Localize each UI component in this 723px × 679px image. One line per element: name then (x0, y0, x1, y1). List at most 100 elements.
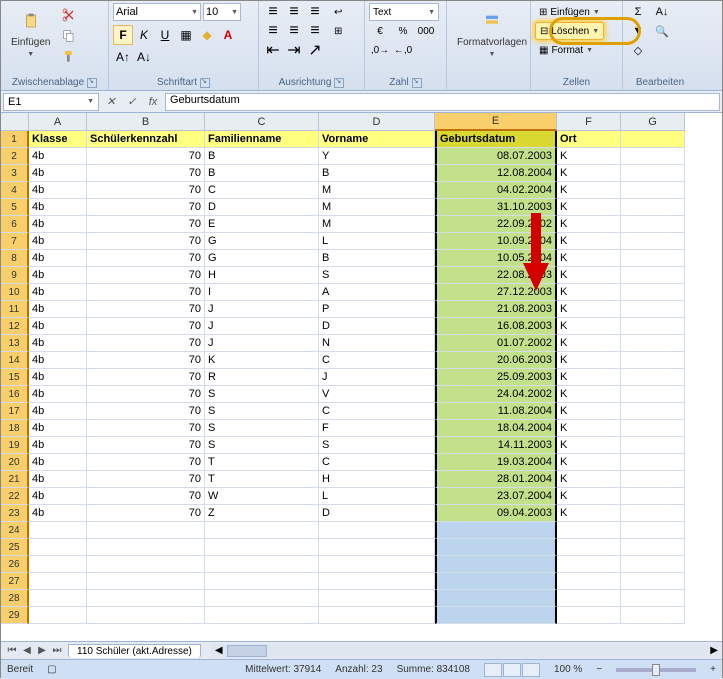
cell[interactable] (621, 539, 685, 556)
cell[interactable]: L (319, 233, 435, 250)
cell[interactable]: Vorname (319, 131, 435, 148)
cell[interactable]: 70 (87, 454, 205, 471)
cell[interactable]: 22.09.2002 (435, 216, 557, 233)
cell[interactable]: K (557, 488, 621, 505)
cell[interactable]: 4b (29, 386, 87, 403)
cell[interactable]: K (557, 471, 621, 488)
cell[interactable]: 70 (87, 250, 205, 267)
comma-button[interactable]: 000 (415, 22, 437, 40)
row-header[interactable]: 28 (1, 590, 29, 607)
cell[interactable] (435, 522, 557, 539)
row-header[interactable]: 10 (1, 284, 29, 301)
cell[interactable]: 01.07.2002 (435, 335, 557, 352)
cell[interactable] (29, 556, 87, 573)
cell[interactable] (621, 505, 685, 522)
cell-styles-button[interactable]: Formatvorlagen▼ (451, 3, 533, 62)
cell[interactable]: M (319, 199, 435, 216)
cell[interactable] (621, 420, 685, 437)
row-header[interactable]: 29 (1, 607, 29, 624)
cell[interactable]: 20.06.2003 (435, 352, 557, 369)
cell[interactable]: 70 (87, 437, 205, 454)
cell[interactable]: C (319, 454, 435, 471)
cell[interactable]: 4b (29, 233, 87, 250)
cell[interactable] (557, 607, 621, 624)
cell[interactable] (621, 318, 685, 335)
fill-color-button[interactable]: ◆ (197, 25, 217, 45)
cell[interactable] (621, 369, 685, 386)
cell[interactable]: 70 (87, 318, 205, 335)
cell[interactable]: 4b (29, 216, 87, 233)
cell[interactable]: 4b (29, 403, 87, 420)
cell[interactable] (557, 539, 621, 556)
cancel-formula-button[interactable]: ✕ (101, 93, 121, 111)
cell[interactable]: K (557, 301, 621, 318)
cell[interactable] (621, 301, 685, 318)
cell[interactable]: W (205, 488, 319, 505)
cell[interactable]: K (557, 216, 621, 233)
cell[interactable]: K (557, 420, 621, 437)
cell[interactable] (621, 488, 685, 505)
cell[interactable]: K (557, 199, 621, 216)
cell[interactable]: 4b (29, 182, 87, 199)
cell[interactable]: 4b (29, 420, 87, 437)
copy-button[interactable] (58, 26, 80, 46)
zoom-in-button[interactable]: + (710, 664, 716, 675)
cell[interactable]: K (557, 386, 621, 403)
cell[interactable]: 4b (29, 471, 87, 488)
cell[interactable]: 11.08.2004 (435, 403, 557, 420)
cell[interactable]: 4b (29, 505, 87, 522)
cell[interactable]: K (557, 250, 621, 267)
bold-button[interactable]: F (113, 25, 133, 45)
format-painter-button[interactable] (58, 47, 80, 67)
cell[interactable] (205, 573, 319, 590)
row-header[interactable]: 2 (1, 148, 29, 165)
cell[interactable]: 16.08.2003 (435, 318, 557, 335)
cell[interactable] (87, 607, 205, 624)
cell[interactable]: 27.12.2003 (435, 284, 557, 301)
cell[interactable] (621, 454, 685, 471)
cell[interactable]: 70 (87, 301, 205, 318)
orientation-button[interactable]: ↗ (305, 41, 325, 59)
underline-button[interactable]: U (155, 25, 175, 45)
select-all-corner[interactable] (1, 113, 29, 131)
col-header-B[interactable]: B (87, 113, 205, 131)
cell[interactable]: B (205, 148, 319, 165)
col-header-F[interactable]: F (557, 113, 621, 131)
align-left-button[interactable]: ≡ (263, 22, 283, 40)
cell[interactable] (87, 590, 205, 607)
cell[interactable]: 25.09.2003 (435, 369, 557, 386)
cell[interactable]: I (205, 284, 319, 301)
cell[interactable]: 21.08.2003 (435, 301, 557, 318)
cell[interactable]: 4b (29, 369, 87, 386)
row-header[interactable]: 21 (1, 471, 29, 488)
cell[interactable]: 70 (87, 148, 205, 165)
cell[interactable]: Geburtsdatum (435, 131, 557, 148)
row-header[interactable]: 15 (1, 369, 29, 386)
cell[interactable]: 70 (87, 335, 205, 352)
number-launcher[interactable] (412, 78, 422, 88)
cell[interactable]: 12.08.2004 (435, 165, 557, 182)
cell[interactable]: B (319, 165, 435, 182)
horizontal-scrollbar[interactable]: ◀▶ (211, 644, 722, 658)
row-header[interactable]: 3 (1, 165, 29, 182)
cell[interactable]: 23.07.2004 (435, 488, 557, 505)
cell[interactable]: 4b (29, 335, 87, 352)
cell[interactable]: 28.01.2004 (435, 471, 557, 488)
cell[interactable]: K (557, 335, 621, 352)
number-format-combo[interactable]: Text▼ (369, 3, 439, 21)
cell[interactable] (621, 165, 685, 182)
clipboard-launcher[interactable] (87, 78, 97, 88)
cell[interactable]: 4b (29, 199, 87, 216)
row-header[interactable]: 19 (1, 437, 29, 454)
row-header[interactable]: 5 (1, 199, 29, 216)
cell[interactable]: 4b (29, 284, 87, 301)
col-header-C[interactable]: C (205, 113, 319, 131)
cell[interactable]: L (319, 488, 435, 505)
view-layout-button[interactable] (503, 663, 521, 677)
cell[interactable] (29, 573, 87, 590)
cell[interactable] (621, 590, 685, 607)
cell[interactable] (205, 522, 319, 539)
cell[interactable] (435, 607, 557, 624)
cell[interactable]: 4b (29, 148, 87, 165)
row-header[interactable]: 12 (1, 318, 29, 335)
